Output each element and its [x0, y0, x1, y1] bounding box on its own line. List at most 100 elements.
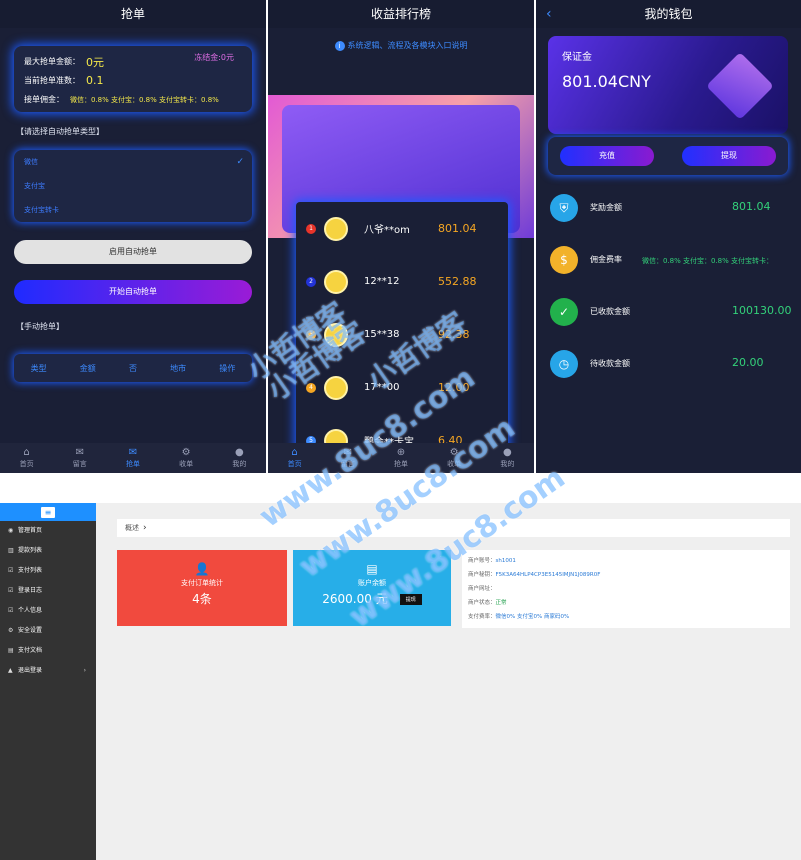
server-illustration	[706, 52, 774, 120]
chart-icon: ▥	[8, 547, 14, 554]
checkbox-icon: ☑	[8, 587, 14, 594]
sidebar-item-dashboard[interactable]: ◉ 管理首页	[0, 521, 96, 541]
document-icon: ▤	[8, 647, 14, 654]
column-action: 操作	[219, 363, 236, 373]
ranking-row: 4 17**00 12.00	[296, 361, 508, 414]
dashboard-icon: ◉	[8, 527, 14, 534]
select-type-label: 【请选择自动抢单类型】	[16, 127, 104, 136]
check-icon: ✓	[550, 298, 578, 326]
gear-icon: ⚙	[181, 447, 191, 458]
tab-receive[interactable]: ⚙ 收单	[179, 447, 193, 469]
ranking-row: 2 12**12 552.88	[296, 255, 508, 308]
tab-mine[interactable]: ● 我的	[232, 447, 246, 469]
tab-message[interactable]: ✉ 留言	[73, 447, 87, 469]
earnings-ranking-screen: 收益排行榜 i 系统逻辑、流程及各模块入口说明 1 八爷**om 801.04 2 12*…	[268, 0, 534, 473]
avatar	[324, 269, 348, 294]
frozen-amount: 冻结金:0元	[194, 53, 234, 62]
tab-home[interactable]: ⌂ 首页	[288, 447, 302, 469]
screenshot-collage: 抢单 最大抢单金额： 0元 冻结金:0元 当前抢单准数： 0.1 接单佣金： 微…	[0, 0, 801, 860]
ranking-list: 1 八爷**om 801.04 2 12**12 552.88 3 15**38 92.38 4 1…	[296, 202, 508, 473]
commission-label: 接单佣金：	[24, 95, 64, 104]
max-amount-label: 最大抢单金额：	[24, 57, 80, 66]
commission-value: 微信：0.8% 支付宝：0.8% 支付宝转卡：0.8%	[70, 95, 219, 104]
tab-grab[interactable]: ⊕ 抢单	[394, 447, 408, 469]
sidebar-item-login-log[interactable]: ☑ 登录日志	[0, 581, 96, 601]
checkmark-icon: ✓	[236, 157, 244, 167]
enable-auto-grab-button[interactable]: 启用自动抢单	[14, 240, 252, 264]
plus-icon: ⊕	[396, 447, 406, 458]
type-option-wechat[interactable]: 微信 ✓	[14, 150, 252, 174]
sidebar-item-security[interactable]: ⚙ 安全设置	[0, 621, 96, 641]
column-city: 地市	[170, 363, 187, 373]
merchant-url: 商户网址：	[468, 586, 496, 592]
max-amount-value: 0元	[86, 55, 104, 69]
gear-icon: ⚙	[8, 627, 14, 634]
balance-value: 2600.00 元	[322, 592, 388, 606]
admin-sidebar: ≡ ◉ 管理首页 ▥ 提款列表 ☑ 支付列表 ☑ 登录日志 ☑ 个人信息 ⚙ 安全设置 ▤ 支…	[0, 503, 96, 860]
chevron-right-icon: ›	[143, 523, 147, 533]
withdraw-detail-button[interactable]: 提现	[399, 594, 422, 605]
wallet-row-received: ✓ 已收款金额 100130.00	[536, 288, 801, 340]
recharge-button[interactable]: 充值	[560, 146, 654, 166]
manual-grab-header: 类型 金额 否 地市 操作	[14, 354, 252, 382]
earnings-amount: 12.00	[438, 381, 470, 394]
avatar	[324, 375, 348, 400]
home-icon: ⌂	[291, 447, 298, 458]
tab-home[interactable]: ⌂ 首页	[20, 447, 34, 469]
checkbox-icon: ☑	[8, 567, 14, 574]
deposit-value: 801.04CNY	[562, 72, 651, 91]
wallet-screen: ‹ 我的钱包 保证金 801.04CNY 充值 提现 ⛨ 奖励金额 801.04…	[536, 0, 801, 473]
bottom-tab-bar: ⌂ 首页 ✉ 留言 ⊕ 抢单 ⚙ 收单 ● 我的	[268, 443, 534, 473]
back-arrow-icon[interactable]: ‹	[546, 0, 552, 28]
column-type: 类型	[30, 363, 47, 373]
bottom-tab-bar: ⌂ 首页 ✉ 留言 ✉ 抢单 ⚙ 收单 ● 我的	[0, 443, 266, 473]
tab-receive[interactable]: ⚙ 收单	[447, 447, 461, 469]
merchant-status: 商户状态：正常	[468, 600, 507, 606]
sidebar-item-profile[interactable]: ☑ 个人信息	[0, 601, 96, 621]
sidebar-item-payments[interactable]: ☑ 支付列表	[0, 561, 96, 581]
breadcrumb-overview[interactable]: 概述	[125, 524, 139, 532]
user-name: 八爷**om	[364, 225, 410, 236]
order-stats-card: 👤 支付订单统计 4条	[117, 550, 287, 626]
tab-message[interactable]: ✉ 留言	[341, 447, 355, 469]
wallet-actions: 充值 提现	[548, 137, 788, 175]
chevron-right-icon: ›	[83, 667, 86, 674]
merchant-info-panel: 商户账号：sh1001 商户秘钥：F5K3A64HLP4CP3E5145IMJN…	[462, 550, 790, 628]
column-amount: 金额	[79, 363, 96, 373]
start-auto-grab-button[interactable]: 开始自动抢单	[14, 280, 252, 304]
order-type-list: 微信 ✓ 支付宝 支付宝转卡	[14, 150, 252, 222]
type-option-alipay[interactable]: 支付宝	[14, 174, 252, 198]
withdraw-button[interactable]: 提现	[682, 146, 776, 166]
rank-badge: 4	[306, 382, 316, 393]
sidebar-item-withdrawals[interactable]: ▥ 提款列表	[0, 541, 96, 561]
menu-toggle-icon[interactable]: ≡	[41, 506, 55, 518]
warning-icon: ▲	[8, 667, 13, 674]
sidebar-item-docs[interactable]: ▤ 支付文档	[0, 641, 96, 661]
sidebar-header: ≡	[0, 503, 96, 521]
count-label: 当前抢单准数：	[24, 76, 80, 85]
checkbox-icon: ☑	[8, 607, 14, 614]
sidebar-item-logout[interactable]: ▲ 退出登录 ›	[0, 661, 96, 681]
avatar	[324, 216, 348, 241]
avatar	[324, 322, 348, 347]
page-title: ‹ 我的钱包	[536, 0, 801, 28]
tab-grab[interactable]: ✉ 抢单	[126, 447, 140, 469]
merchant-rates: 支付费率：微信0% 支付宝0% 商家码0%	[468, 614, 570, 620]
info-icon: i	[334, 41, 345, 51]
rank-badge: 1	[306, 223, 316, 234]
wallet-row-pending: ◷ 待收款金额 20.00	[536, 340, 801, 392]
rank-badge: 3	[306, 329, 316, 340]
shield-icon: ⛨	[550, 194, 578, 222]
ledger-icon: ▤	[366, 562, 378, 576]
wallet-row-reward: ⛨ 奖励金额 801.04	[536, 184, 801, 236]
tab-mine[interactable]: ● 我的	[500, 447, 514, 469]
page-title: 抢单	[0, 0, 266, 28]
rank-badge: 2	[306, 276, 316, 287]
page-title: 收益排行榜	[268, 0, 534, 28]
merchant-secret: 商户秘钥：F5K3A64HLP4CP3E5145IMJN1J089R0F	[468, 572, 601, 578]
system-notice[interactable]: i 系统逻辑、流程及各模块入口说明	[268, 40, 534, 51]
type-option-alipay-card[interactable]: 支付宝转卡	[14, 198, 252, 222]
earnings-amount: 552.88	[438, 275, 477, 288]
deposit-label: 保证金	[562, 52, 592, 63]
ranking-row: 3 15**38 92.38	[296, 308, 508, 361]
